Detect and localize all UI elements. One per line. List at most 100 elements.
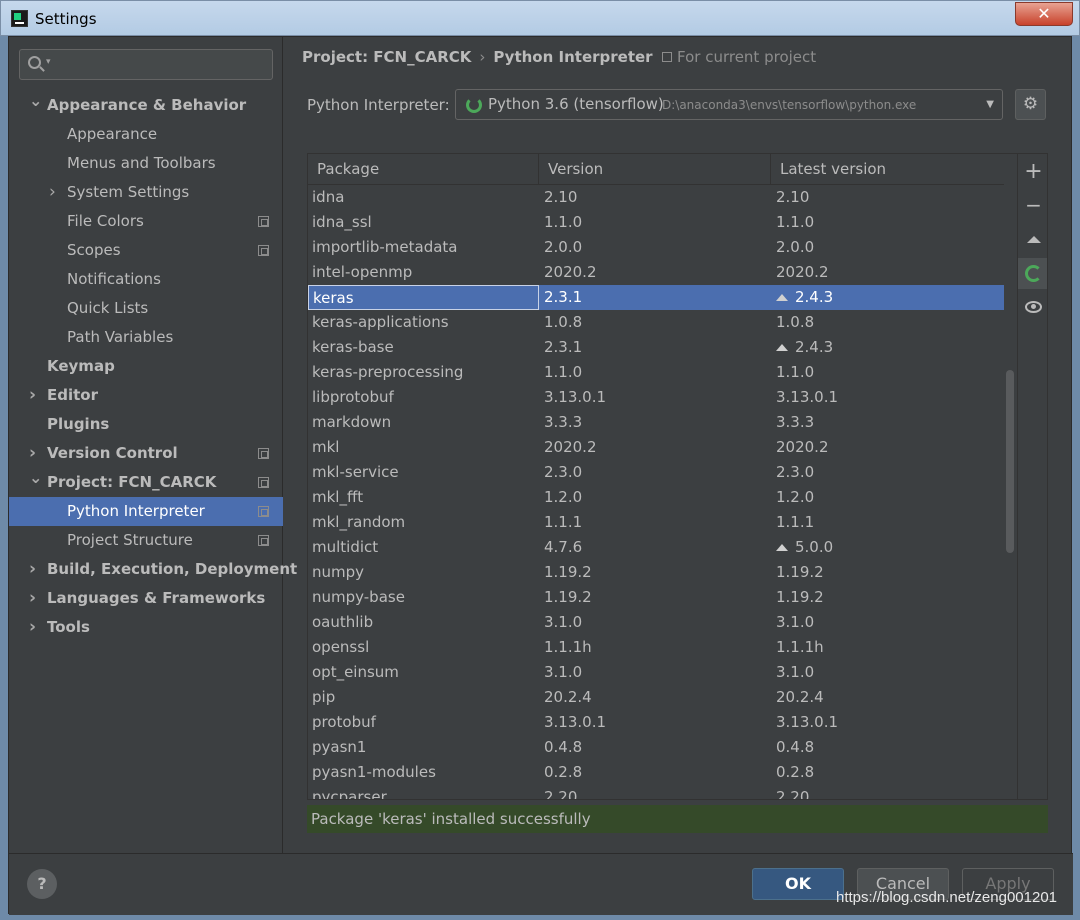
package-version-cell: 1.1.1 [544, 513, 583, 531]
package-name-cell: idna [312, 188, 345, 206]
chevron-down-icon[interactable]: ⌄ [29, 86, 42, 115]
latest-version-text: 2020.2 [776, 263, 829, 281]
table-row[interactable]: mkl_fft 1.2.0 1.2.0 [308, 485, 1004, 510]
table-row[interactable]: multidict 4.7.6 5.0.0 [308, 535, 1004, 560]
refresh-button[interactable] [1018, 258, 1047, 289]
latest-version-text: 3.13.0.1 [776, 713, 839, 731]
table-row[interactable]: importlib-metadata 2.0.0 2.0.0 [308, 235, 1004, 260]
table-header: Package Version Latest version [308, 154, 1004, 185]
latest-version-text: 1.0.8 [776, 313, 815, 331]
close-window-button[interactable]: ✕ [1015, 2, 1073, 26]
package-version-cell: 20.2.4 [544, 688, 592, 706]
table-row[interactable]: oauthlib 3.1.0 3.1.0 [308, 610, 1004, 635]
table-row[interactable]: libprotobuf 3.13.0.1 3.13.0.1 [308, 385, 1004, 410]
sidebar-item[interactable]: ⌄ Appearance & Behavior [9, 91, 283, 120]
chevron-right-icon[interactable]: › [29, 381, 39, 410]
sidebar-item[interactable]: Menus and Toolbars [9, 149, 283, 178]
table-row[interactable]: markdown 3.3.3 3.3.3 [308, 410, 1004, 435]
sidebar-item[interactable]: › Tools [9, 613, 283, 642]
remove-package-button[interactable] [1018, 190, 1047, 221]
table-row[interactable]: idna 2.10 2.10 [308, 185, 1004, 210]
package-latest-cell: 2.0.0 [772, 235, 1004, 260]
table-row[interactable]: pyasn1-modules 0.2.8 0.2.8 [308, 760, 1004, 785]
table-row[interactable]: openssl 1.1.1h 1.1.1h [308, 635, 1004, 660]
table-row[interactable]: keras 2.3.1 2.4.3 [308, 285, 1004, 310]
help-button[interactable]: ? [27, 869, 57, 899]
table-row[interactable]: pycparser 2.20 2.20 [308, 785, 1004, 799]
project-scope-icon [258, 506, 269, 517]
sidebar-item[interactable]: Appearance [9, 120, 283, 149]
table-row[interactable]: idna_ssl 1.1.0 1.1.0 [308, 210, 1004, 235]
chevron-right-icon[interactable]: › [29, 613, 39, 642]
for-current-project-label: For current project [677, 48, 817, 66]
sidebar-item[interactable]: Python Interpreter [9, 497, 283, 526]
sidebar-item[interactable]: › Languages & Frameworks [9, 584, 283, 613]
chevron-right-icon[interactable]: › [29, 584, 39, 613]
chevron-down-icon: ▾ [46, 57, 51, 67]
sidebar-item[interactable]: ⌄ Project: FCN_CARCK [9, 468, 283, 497]
package-version-cell: 4.7.6 [544, 538, 583, 556]
table-row[interactable]: protobuf 3.13.0.1 3.13.0.1 [308, 710, 1004, 735]
sidebar-item-label: Python Interpreter [67, 502, 205, 520]
column-header-version[interactable]: Version [539, 154, 771, 185]
column-header-package[interactable]: Package [308, 154, 539, 185]
table-row[interactable]: pip 20.2.4 20.2.4 [308, 685, 1004, 710]
sidebar-item[interactable]: › System Settings [9, 178, 283, 207]
upgrade-package-button[interactable] [1018, 224, 1047, 255]
table-row[interactable]: intel-openmp 2020.2 2020.2 [308, 260, 1004, 285]
interpreter-path: D:\anaconda3\envs\tensorflow\python.exe [662, 98, 917, 112]
sidebar-item[interactable]: Notifications [9, 265, 283, 294]
package-version-cell: 1.19.2 [544, 588, 592, 606]
add-package-button[interactable] [1018, 156, 1047, 187]
table-row[interactable]: mkl 2020.2 2020.2 [308, 435, 1004, 460]
column-header-latest[interactable]: Latest version [771, 154, 1004, 185]
table-row[interactable]: numpy-base 1.19.2 1.19.2 [308, 585, 1004, 610]
sidebar-item[interactable]: Project Structure [9, 526, 283, 555]
scrollbar-thumb[interactable] [1006, 370, 1014, 553]
table-row[interactable]: opt_einsum 3.1.0 3.1.0 [308, 660, 1004, 685]
package-latest-cell: 2020.2 [772, 435, 1004, 460]
sidebar-item[interactable]: Path Variables [9, 323, 283, 352]
table-row[interactable]: numpy 1.19.2 1.19.2 [308, 560, 1004, 585]
table-scrollbar[interactable] [1004, 185, 1016, 799]
sidebar-item[interactable]: › Editor [9, 381, 283, 410]
table-row[interactable]: keras-preprocessing 1.1.0 1.1.0 [308, 360, 1004, 385]
table-row[interactable]: keras-base 2.3.1 2.4.3 [308, 335, 1004, 360]
plus-icon [1024, 162, 1042, 183]
project-scope-icon [258, 448, 269, 459]
interpreter-select[interactable]: Python 3.6 (tensorflow) D:\anaconda3\env… [455, 89, 1003, 120]
sidebar-item[interactable]: › Version Control [9, 439, 283, 468]
table-row[interactable]: keras-applications 1.0.8 1.0.8 [308, 310, 1004, 335]
window-title: Settings [35, 10, 97, 28]
settings-search-input[interactable]: ▾ [19, 49, 273, 80]
gear-icon[interactable]: ⚙ [1015, 89, 1046, 120]
sidebar-item[interactable]: Scopes [9, 236, 283, 265]
ok-button[interactable]: OK [752, 868, 844, 900]
package-version-cell: 2.10 [544, 188, 578, 206]
sidebar-item[interactable]: Plugins [9, 410, 283, 439]
package-name-cell: pyasn1-modules [312, 763, 436, 781]
sidebar-item[interactable]: Keymap [9, 352, 283, 381]
sidebar-item[interactable]: File Colors [9, 207, 283, 236]
table-row[interactable]: pyasn1 0.4.8 0.4.8 [308, 735, 1004, 760]
eye-icon [1025, 301, 1042, 313]
package-latest-cell: 3.1.0 [772, 660, 1004, 685]
chevron-down-icon[interactable]: ⌄ [29, 463, 42, 492]
package-name-cell: mkl [312, 438, 340, 456]
up-icon [1026, 236, 1041, 243]
sidebar-item-label: Languages & Frameworks [47, 589, 266, 607]
package-name-cell: numpy [312, 563, 365, 581]
latest-version-text: 3.3.3 [776, 413, 815, 431]
table-row[interactable]: mkl-service 2.3.0 2.3.0 [308, 460, 1004, 485]
sidebar-item[interactable]: › Build, Execution, Deployment [9, 555, 297, 584]
table-row[interactable]: mkl_random 1.1.1 1.1.1 [308, 510, 1004, 535]
sidebar-item[interactable]: Quick Lists [9, 294, 283, 323]
chevron-right-icon[interactable]: › [49, 178, 59, 207]
package-latest-cell: 1.19.2 [772, 560, 1004, 585]
package-latest-cell: 1.1.1 [772, 510, 1004, 535]
show-early-releases-button[interactable] [1018, 292, 1047, 323]
search-icon [28, 56, 41, 69]
packages-table: Package Version Latest version idna 2.10 2… [307, 153, 1048, 800]
chevron-right-icon[interactable]: › [29, 555, 39, 584]
sidebar-item-label: Version Control [47, 444, 178, 462]
